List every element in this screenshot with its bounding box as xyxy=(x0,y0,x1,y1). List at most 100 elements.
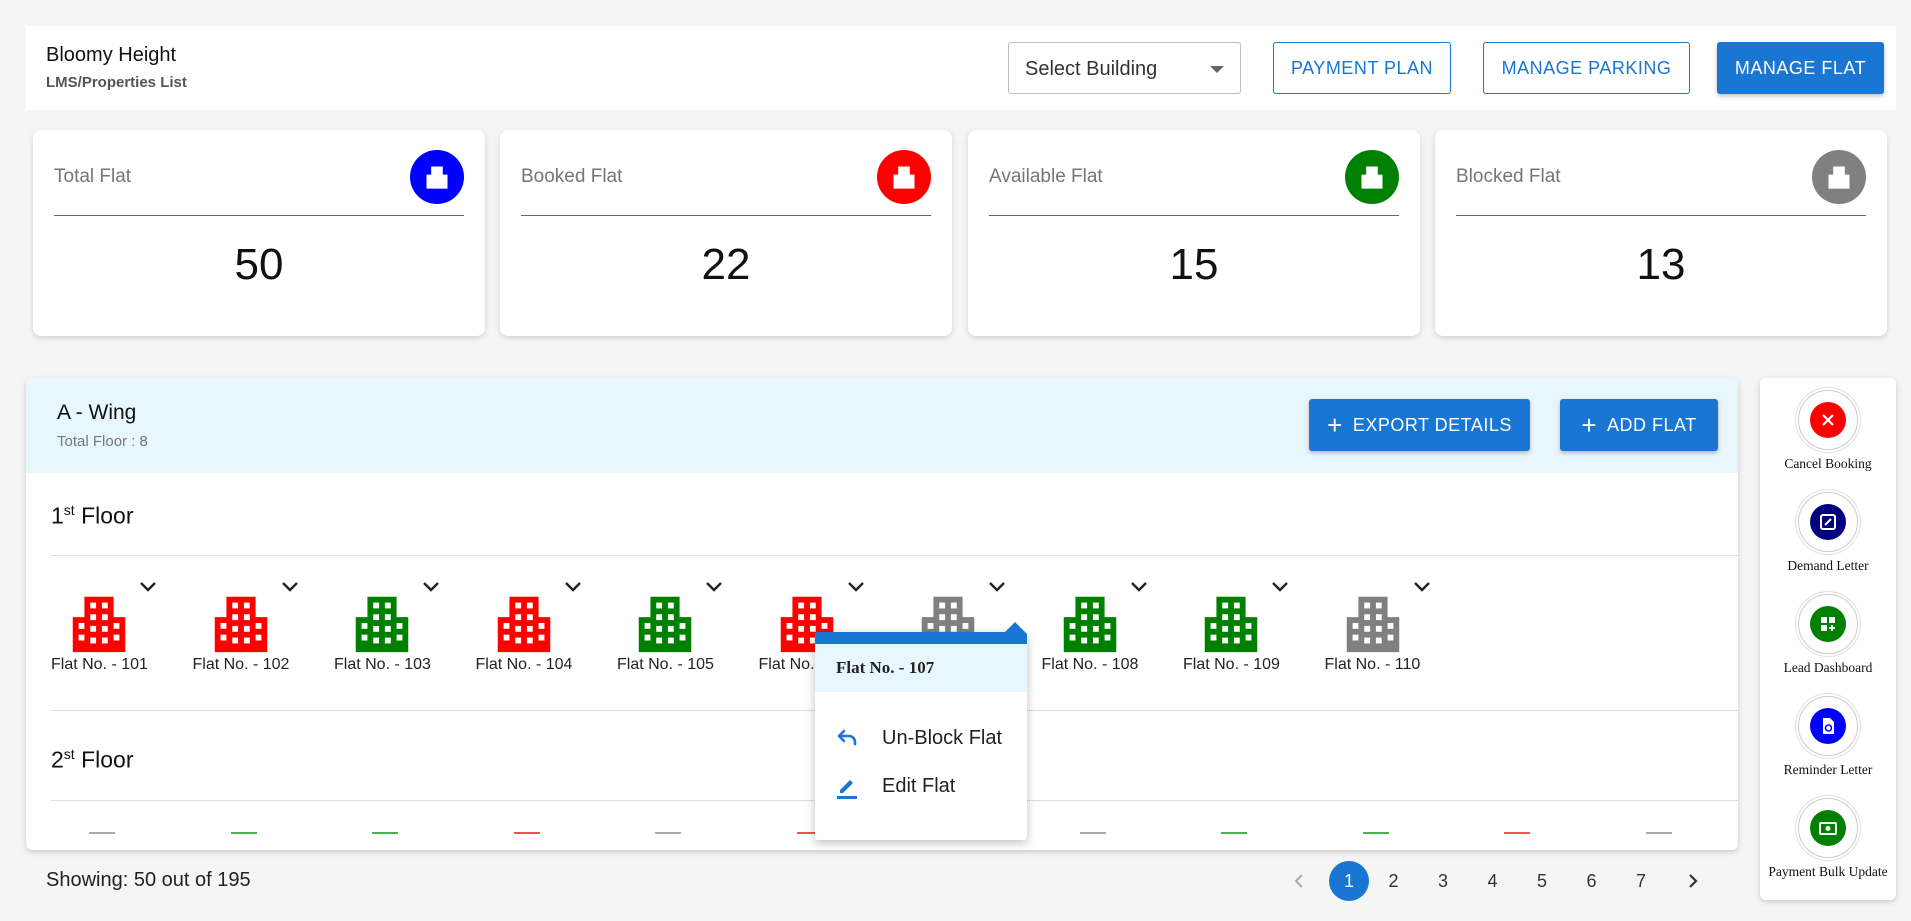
side-action-ring xyxy=(1798,594,1858,654)
building-icon xyxy=(630,588,700,663)
flat-item[interactable]: Flat No. - 103 xyxy=(334,580,464,690)
popup-header: Flat No. - 107 xyxy=(815,644,1027,692)
manage-parking-button[interactable]: MANAGE PARKING xyxy=(1483,42,1690,94)
flat-preview-mark xyxy=(1079,832,1106,834)
flat-label: Flat No. - 105 xyxy=(617,656,714,673)
building-icon xyxy=(1812,150,1866,204)
side-action-lead-dashboard[interactable]: Lead Dashboard xyxy=(1760,586,1896,686)
flat-item[interactable]: Flat No. - 109 xyxy=(1183,580,1313,690)
building-icon xyxy=(877,150,931,204)
stat-label: Blocked Flat xyxy=(1456,166,1561,187)
side-action-cancel-booking[interactable]: Cancel Booking xyxy=(1760,382,1896,482)
wing-subtitle: Total Floor : 8 xyxy=(57,433,148,450)
divider xyxy=(521,215,931,216)
floor-title-1: 1st Floor xyxy=(51,502,134,529)
side-action-ring xyxy=(1798,696,1858,756)
wing-header: A - Wing Total Floor : 8 + EXPORT DETAIL… xyxy=(26,378,1738,473)
flat-preview-mark xyxy=(1362,832,1389,834)
side-action-payment-bulk-update[interactable]: Payment Bulk Update xyxy=(1760,790,1896,890)
flat-label: Flat No. - 108 xyxy=(1041,656,1139,673)
flat-item[interactable]: Flat No. - 101 xyxy=(51,580,181,690)
flat-label: Flat No. - 102 xyxy=(192,656,290,673)
unblock-flat-menu-item[interactable]: Un-Block Flat xyxy=(815,718,1027,758)
page-6-button[interactable]: 6 xyxy=(1577,861,1607,901)
flat-preview-mark xyxy=(513,832,540,834)
flat-label: Flat No. - 103 xyxy=(334,656,431,673)
side-action-label: Reminder Letter xyxy=(1783,762,1873,777)
building-icon xyxy=(1055,588,1125,663)
stat-label: Available Flat xyxy=(989,166,1103,187)
page-2-button[interactable]: 2 xyxy=(1379,861,1409,901)
chevron-down-icon[interactable] xyxy=(704,580,724,599)
chevron-down-icon[interactable] xyxy=(138,580,158,599)
select-building-dropdown[interactable]: Select Building xyxy=(1008,42,1241,94)
stat-card: Booked Flat 22 xyxy=(500,130,952,336)
flat-preview-mark xyxy=(89,832,115,834)
payment-plan-button[interactable]: PAYMENT PLAN xyxy=(1273,42,1451,94)
flat-label: Flat No. - 109 xyxy=(1183,656,1280,673)
flat-item[interactable]: Flat No. - 102 xyxy=(193,580,323,690)
undo-icon xyxy=(835,728,859,753)
flat-preview-mark xyxy=(1645,832,1672,834)
building-icon xyxy=(64,588,134,663)
stat-value: 13 xyxy=(1636,240,1686,289)
floor-title-2: 2st Floor xyxy=(51,746,134,773)
flat-preview-mark xyxy=(372,832,398,834)
side-action-ring xyxy=(1798,492,1858,552)
chevron-down-icon[interactable] xyxy=(563,580,583,599)
export-details-button[interactable]: + EXPORT DETAILS xyxy=(1309,399,1530,451)
flat-label: Flat No. - 110 xyxy=(1324,656,1421,673)
stat-value: 15 xyxy=(1169,240,1219,289)
chevron-down-icon[interactable] xyxy=(1129,580,1149,599)
building-icon xyxy=(347,588,417,663)
chevron-down-icon[interactable] xyxy=(846,580,866,599)
flat-item[interactable]: Flat No. - 105 xyxy=(617,580,747,690)
divider xyxy=(54,215,464,216)
side-action-demand-letter[interactable]: Demand Letter xyxy=(1760,484,1896,584)
flat-action-popup: Flat No. - 107 Un-Block Flat Edit Flat xyxy=(815,622,1027,840)
stat-card: Blocked Flat 13 xyxy=(1435,130,1887,336)
stat-card: Available Flat 15 xyxy=(968,130,1420,336)
divider xyxy=(1456,215,1866,216)
stat-label: Total Flat xyxy=(54,166,132,187)
chevron-down-icon[interactable] xyxy=(421,580,441,599)
prev-page-button[interactable] xyxy=(1284,861,1314,901)
page-1-button[interactable]: 1 xyxy=(1329,861,1369,901)
pencil-icon xyxy=(835,776,859,805)
page-7-button[interactable]: 7 xyxy=(1626,861,1656,901)
stat-label: Booked Flat xyxy=(521,166,623,187)
edit-flat-menu-item[interactable]: Edit Flat xyxy=(815,766,1027,806)
side-action-label: Payment Bulk Update xyxy=(1768,864,1888,879)
edit-note-icon xyxy=(1810,504,1846,540)
flat-item[interactable]: Flat No. - 110 xyxy=(1325,580,1455,690)
plus-icon: + xyxy=(1581,410,1597,440)
flat-item[interactable]: Flat No. - 108 xyxy=(1042,580,1172,690)
page-5-button[interactable]: 5 xyxy=(1527,861,1557,901)
chevron-down-icon[interactable] xyxy=(1412,580,1432,599)
side-action-label: Lead Dashboard xyxy=(1783,660,1873,675)
flat-preview-mark xyxy=(230,832,257,834)
next-page-button[interactable] xyxy=(1678,861,1708,901)
export-details-label: EXPORT DETAILS xyxy=(1352,414,1512,435)
breadcrumb[interactable]: LMS/Properties List xyxy=(46,74,187,91)
chevron-down-icon[interactable] xyxy=(1270,580,1290,599)
building-icon xyxy=(410,150,464,204)
showing-count: Showing: 50 out of 195 xyxy=(46,869,251,891)
manage-flat-button[interactable]: MANAGE FLAT xyxy=(1717,42,1884,94)
dashboard-add-icon xyxy=(1810,606,1846,642)
divider xyxy=(989,215,1399,216)
side-action-reminder-letter[interactable]: Reminder Letter xyxy=(1760,688,1896,788)
stat-value: 50 xyxy=(234,240,284,289)
select-building-value: Select Building xyxy=(1025,58,1158,80)
chevron-down-icon[interactable] xyxy=(280,580,300,599)
chevron-down-icon[interactable] xyxy=(987,580,1007,599)
edit-flat-label: Edit Flat xyxy=(882,775,956,797)
popup-title: Flat No. - 107 xyxy=(836,658,935,677)
popup-arrow xyxy=(1005,622,1025,632)
add-flat-button[interactable]: + ADD FLAT xyxy=(1560,399,1718,451)
building-icon xyxy=(489,588,559,663)
flat-item[interactable]: Flat No. - 104 xyxy=(476,580,606,690)
wing-title: A - Wing xyxy=(57,401,137,424)
page-3-button[interactable]: 3 xyxy=(1428,861,1458,901)
page-4-button[interactable]: 4 xyxy=(1478,861,1508,901)
